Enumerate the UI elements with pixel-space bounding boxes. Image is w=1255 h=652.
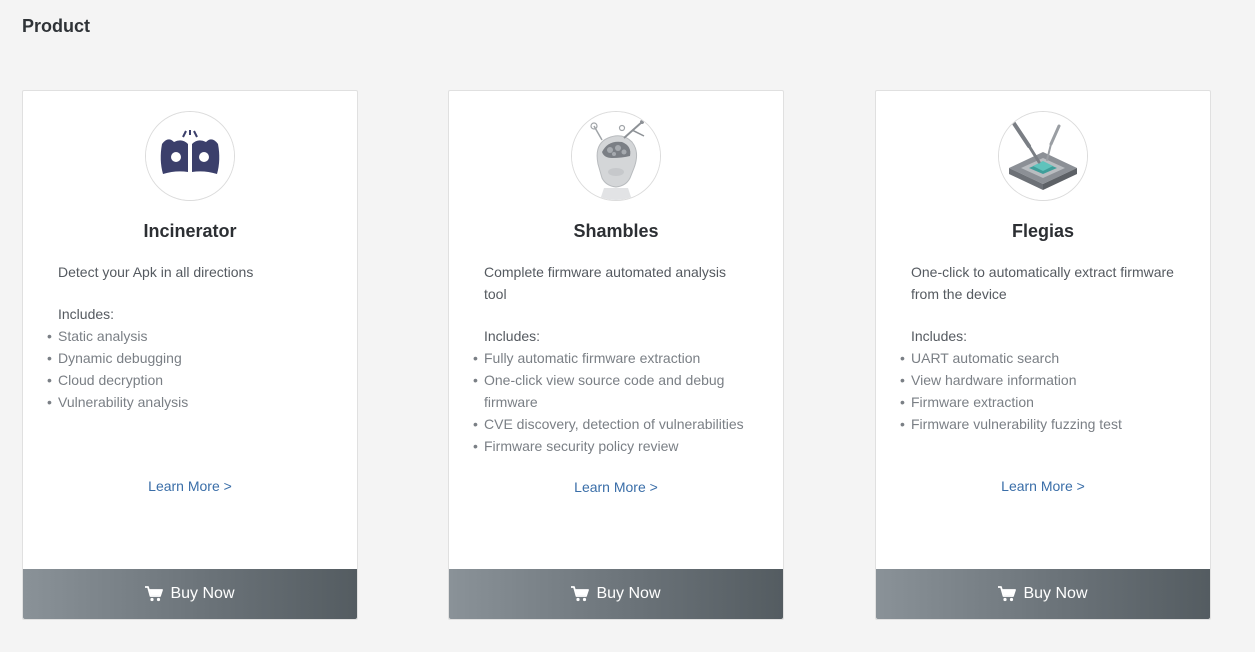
shopping-cart-icon bbox=[998, 586, 1017, 602]
list-item: Firmware extraction bbox=[900, 391, 1200, 413]
chip-probe-icon bbox=[998, 111, 1088, 201]
product-card-flegias: Flegias One-click to automatically extra… bbox=[875, 90, 1211, 620]
learn-more-link[interactable]: Learn More > bbox=[23, 478, 357, 494]
feature-list: Fully automatic firmware extraction One-… bbox=[473, 347, 773, 457]
buy-now-button[interactable]: Buy Now bbox=[449, 569, 783, 619]
buy-now-label: Buy Now bbox=[596, 585, 661, 602]
list-item: Dynamic debugging bbox=[47, 347, 347, 369]
includes-label: Includes: bbox=[911, 328, 968, 344]
product-description: One-click to automatically extract firmw… bbox=[911, 264, 1174, 302]
product-description: Detect your Apk in all directions bbox=[58, 264, 254, 280]
buy-now-button[interactable]: Buy Now bbox=[876, 569, 1210, 619]
includes-label: Includes: bbox=[484, 328, 541, 344]
product-name: Incinerator bbox=[143, 221, 237, 241]
list-item: Firmware security policy review bbox=[473, 435, 773, 457]
list-item: One-click view source code and debug fir… bbox=[473, 369, 773, 413]
page-title: Product bbox=[22, 16, 91, 36]
list-item: CVE discovery, detection of vulnerabilit… bbox=[473, 413, 773, 435]
list-item: Firmware vulnerability fuzzing test bbox=[900, 413, 1200, 435]
includes-label: Includes: bbox=[58, 306, 115, 322]
learn-more-link[interactable]: Learn More > bbox=[876, 478, 1210, 494]
product-card-shambles: Shambles Complete firmware automated ana… bbox=[448, 90, 784, 620]
feature-list: UART automatic search View hardware info… bbox=[900, 347, 1200, 435]
list-item: View hardware information bbox=[900, 369, 1200, 391]
product-name: Flegias bbox=[1011, 221, 1075, 241]
android-bug-icon bbox=[145, 111, 235, 201]
shopping-cart-icon bbox=[571, 586, 590, 602]
shopping-cart-icon bbox=[145, 586, 164, 602]
list-item: Cloud decryption bbox=[47, 369, 347, 391]
list-item: Vulnerability analysis bbox=[47, 391, 347, 413]
buy-now-button[interactable]: Buy Now bbox=[23, 569, 357, 619]
list-item: Fully automatic firmware extraction bbox=[473, 347, 773, 369]
list-item: UART automatic search bbox=[900, 347, 1200, 369]
learn-more-link[interactable]: Learn More > bbox=[449, 479, 783, 495]
buy-now-label: Buy Now bbox=[170, 585, 235, 602]
feature-list: Static analysis Dynamic debugging Cloud … bbox=[47, 325, 347, 413]
product-cards: Incinerator Detect your Apk in all direc… bbox=[22, 90, 1212, 620]
list-item: Static analysis bbox=[47, 325, 347, 347]
product-description: Complete firmware automated analysis too… bbox=[484, 264, 726, 302]
product-card-incinerator: Incinerator Detect your Apk in all direc… bbox=[22, 90, 358, 620]
buy-now-label: Buy Now bbox=[1023, 585, 1088, 602]
robot-head-icon bbox=[571, 111, 661, 201]
product-name: Shambles bbox=[573, 221, 659, 241]
